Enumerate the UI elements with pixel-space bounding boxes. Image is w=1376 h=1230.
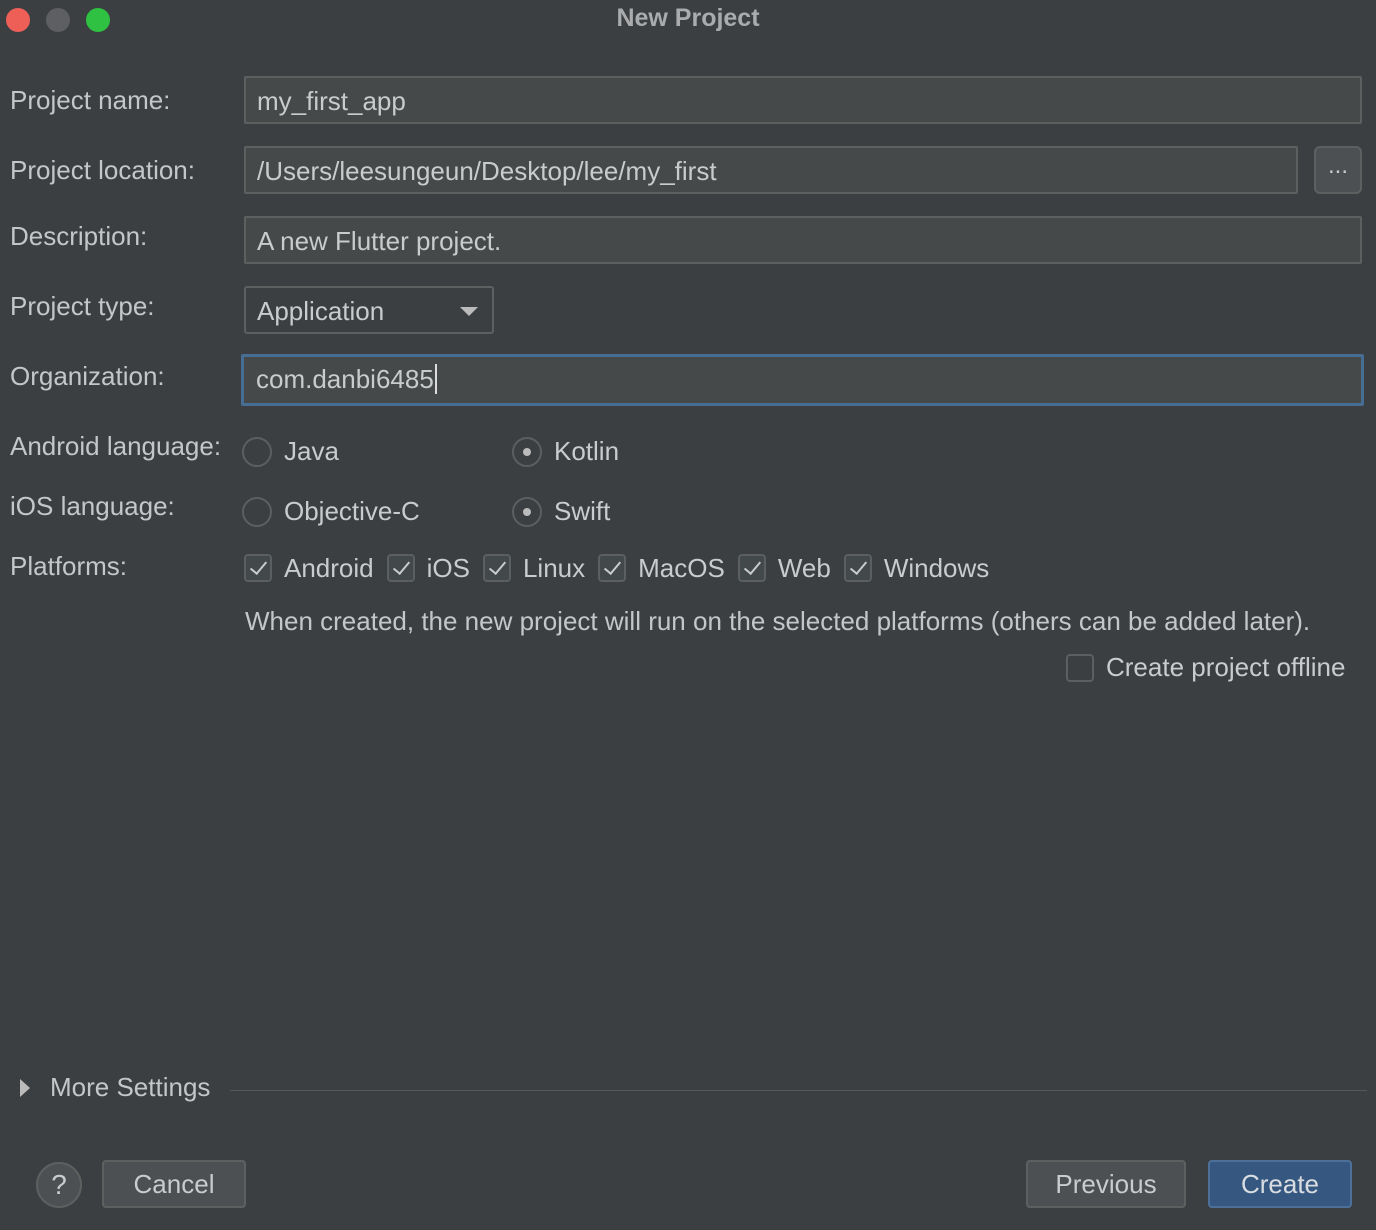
create-button[interactable]: Create xyxy=(1208,1160,1352,1208)
platform-web-checkbox[interactable]: Web xyxy=(737,552,831,584)
checkbox-label: Linux xyxy=(522,552,586,583)
organization-input[interactable]: com.danbi6485 xyxy=(241,354,1364,406)
platform-linux-checkbox[interactable]: Linux xyxy=(482,552,586,584)
new-project-dialog: New Project Project name: my_first_app P… xyxy=(0,0,1376,1230)
checkbox[interactable] xyxy=(386,554,415,582)
platforms-checkbox-group: Android iOS Linux MacOS Web Windows xyxy=(244,551,1002,585)
radio-button-selected[interactable] xyxy=(512,496,542,527)
checkbox-label: Android xyxy=(284,552,374,583)
radio-label: Swift xyxy=(554,496,611,526)
platforms-hint-text: When created, the new project will run o… xyxy=(245,606,1311,636)
organization-value: com.danbi6485 xyxy=(256,364,434,394)
text-caret xyxy=(434,364,437,394)
project-name-input[interactable]: my_first_app xyxy=(244,76,1362,124)
chevron-down-icon xyxy=(460,307,478,316)
checkbox-label: MacOS xyxy=(638,552,725,583)
android-language-kotlin-option[interactable]: Kotlin xyxy=(512,436,619,467)
checkbox[interactable] xyxy=(1066,653,1094,682)
project-location-input[interactable]: /Users/leesungeun/Desktop/lee/my_first xyxy=(244,146,1298,194)
title-bar: New Project xyxy=(0,0,1376,40)
project-type-value: Application xyxy=(257,296,385,326)
checkbox-label: Windows xyxy=(883,552,990,583)
platform-macos-checkbox[interactable]: MacOS xyxy=(598,553,725,584)
checkbox[interactable] xyxy=(737,554,766,582)
project-type-select[interactable]: Application xyxy=(244,286,494,334)
window-title: New Project xyxy=(616,4,760,32)
checkbox[interactable] xyxy=(482,554,511,582)
organization-label: Organization: xyxy=(10,361,165,391)
android-language-java-option[interactable]: Java xyxy=(242,436,339,467)
platform-windows-checkbox[interactable]: Windows xyxy=(843,552,990,584)
radio-button[interactable] xyxy=(242,496,272,527)
android-language-label: Android language: xyxy=(10,431,222,461)
project-type-label: Project type: xyxy=(10,291,155,321)
cancel-button[interactable]: Cancel xyxy=(102,1160,246,1208)
browse-location-button[interactable]: ... xyxy=(1314,146,1362,194)
radio-button-selected[interactable] xyxy=(512,436,542,467)
radio-label: Objective-C xyxy=(284,496,420,526)
chevron-right-icon xyxy=(20,1078,30,1097)
radio-label: Kotlin xyxy=(554,436,620,466)
platforms-label: Platforms: xyxy=(10,551,128,581)
checkbox-label: Create project offline xyxy=(1106,652,1346,682)
checkbox[interactable] xyxy=(244,554,272,582)
radio-button[interactable] xyxy=(242,436,272,467)
divider xyxy=(230,1090,1367,1091)
checkbox[interactable] xyxy=(843,554,872,582)
checkbox-label: iOS xyxy=(426,552,470,583)
more-settings-toggle[interactable]: More Settings xyxy=(20,1072,210,1103)
previous-button[interactable]: Previous xyxy=(1026,1160,1186,1208)
project-name-label: Project name: xyxy=(10,85,171,115)
description-label: Description: xyxy=(10,221,148,251)
description-input[interactable]: A new Flutter project. xyxy=(244,216,1362,264)
ios-language-label: iOS language: xyxy=(10,491,175,521)
ios-language-swift-option[interactable]: Swift xyxy=(512,496,610,527)
checkbox-label: Web xyxy=(777,552,831,583)
project-location-label: Project location: xyxy=(10,155,195,185)
create-offline-checkbox[interactable]: Create project offline xyxy=(1066,652,1345,683)
checkbox[interactable] xyxy=(598,554,627,582)
more-settings-label: More Settings xyxy=(50,1072,211,1102)
radio-label: Java xyxy=(284,436,339,466)
platform-ios-checkbox[interactable]: iOS xyxy=(386,552,470,584)
ios-language-objc-option[interactable]: Objective-C xyxy=(242,496,420,527)
platform-android-checkbox[interactable]: Android xyxy=(244,553,374,584)
help-button[interactable]: ? xyxy=(36,1162,82,1208)
